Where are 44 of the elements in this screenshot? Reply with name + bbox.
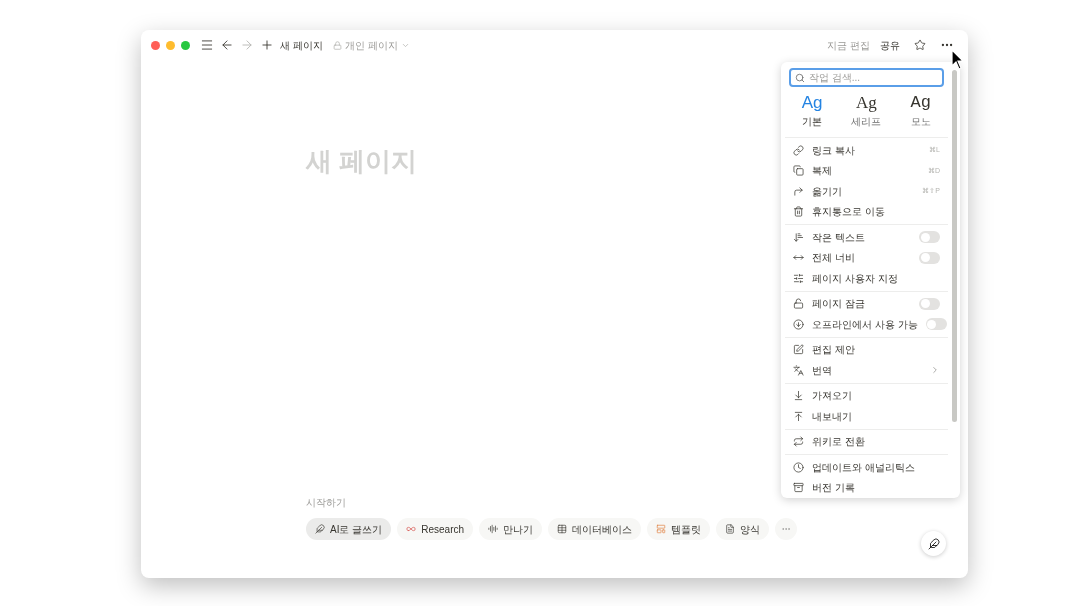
menu-item-label: 페이지 사용자 지정 [812, 271, 899, 286]
edit-status: 지금 편집 [827, 38, 870, 53]
suggestion-chip[interactable]: Research [397, 518, 474, 540]
menu-item-label: 옮기기 [812, 184, 843, 199]
menu-item[interactable]: 휴지통으로 이동 [785, 201, 948, 222]
suggestion-chip[interactable]: 양식 [716, 518, 770, 540]
menu-item-label: 가져오기 [812, 389, 853, 404]
menu-item-label: 페이지 잠금 [812, 297, 866, 312]
menu-item[interactable]: 번역 [785, 360, 948, 381]
menu-item[interactable]: 버전 기록 [785, 477, 948, 498]
menu-item-label: 링크 복사 [812, 143, 856, 158]
menu-item[interactable]: 오프라인에서 사용 가능 [785, 314, 948, 335]
menu-item[interactable]: 가져오기 [785, 385, 948, 406]
share-button[interactable]: 공유 [880, 37, 900, 53]
page-title[interactable]: 새 페이지 [280, 37, 323, 53]
menu-item-label: 작은 텍스트 [812, 230, 866, 245]
menu-item-label: 번역 [812, 363, 833, 378]
menu-item[interactable]: 편집 제안 [785, 339, 948, 360]
menu-item[interactable]: 페이지 잠금 [785, 293, 948, 314]
menu-item-label: 편집 제안 [812, 343, 856, 358]
menu-item-label: 오프라인에서 사용 가능 [812, 317, 918, 332]
menu-item-label: 전체 너비 [812, 251, 856, 266]
suggestion-chip[interactable]: 데이터베이스 [548, 518, 642, 540]
menu-item-label: 버전 기록 [812, 481, 856, 496]
menu-item[interactable]: 업데이트와 애널리틱스 [785, 457, 948, 478]
font-option[interactable]: Ag 모노 [898, 92, 943, 129]
menu-item[interactable]: 페이지 사용자 지정 [785, 268, 948, 289]
search-input[interactable]: 작업 검색... [809, 70, 938, 85]
font-option[interactable]: Ag 세리프 [844, 92, 889, 129]
menu-item[interactable]: 작은 텍스트 [785, 227, 948, 248]
menu-item-label: 위키로 전환 [812, 435, 866, 450]
suggestion-chip[interactable]: AI로 글쓰기 [306, 518, 392, 540]
menu-item-label: 복제 [812, 164, 833, 179]
suggestion-chip[interactable]: 만나기 [479, 518, 543, 540]
search-field[interactable]: 작업 검색... [789, 68, 944, 87]
font-option[interactable]: Ag 기본 [790, 92, 835, 129]
menu-item[interactable]: 위키로 전환 [785, 431, 948, 452]
menu-item-label: 내보내기 [812, 409, 853, 424]
section-label: 시작하기 [306, 496, 346, 510]
suggestion-chip[interactable]: 템플릿 [647, 518, 711, 540]
menu-item-label: 휴지통으로 이동 [812, 205, 886, 220]
menu-item-label: 업데이트와 애널리틱스 [812, 460, 916, 475]
menu-item[interactable]: 전체 너비 [785, 247, 948, 268]
menu-item[interactable]: 내보내기 [785, 406, 948, 427]
